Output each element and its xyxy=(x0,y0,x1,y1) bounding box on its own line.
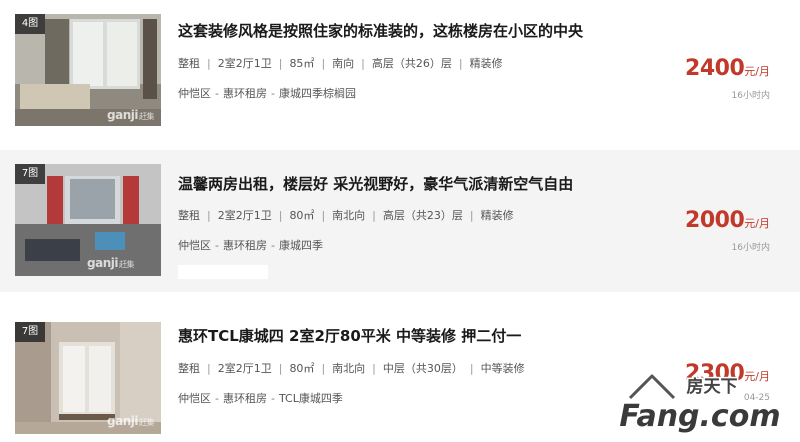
listing-location: 仲恺区 - 惠环租房 - 康城四季棕榈园 xyxy=(178,87,356,100)
area-link[interactable]: 惠环租房 xyxy=(223,392,267,405)
spec-separator: | xyxy=(321,361,326,375)
watermark-brand-cn: 赶集 xyxy=(138,112,155,121)
site-name-cn: 房天下 xyxy=(687,376,738,397)
fang-logo-watermark: 房天下 Fang.com xyxy=(617,372,782,436)
post-time: 16小时内 xyxy=(731,243,770,253)
floor: 高层（共23）层 xyxy=(382,209,463,222)
spec-separator: | xyxy=(207,56,211,70)
watermark-brand-cn: 赶集 xyxy=(138,418,155,427)
listing-specs: 整租 | 2室2厅1卫 | 80㎡ | 南北向 | 高层（共23）层 | 精装修 xyxy=(178,207,514,223)
listing-specs: 整租 | 2室2厅1卫 | 85㎡ | 南向 | 高层（共26）层 | 精装修 xyxy=(178,55,503,71)
price-unit: 元/月 xyxy=(744,217,770,230)
price-unit: 元/月 xyxy=(744,65,770,78)
spec-separator: | xyxy=(372,361,376,375)
listing-card[interactable]: 4图 ganji赶集 这套装修风格是按照住家的标准装的，这栋楼房在小区的中央 整… xyxy=(0,0,800,140)
spec-separator: | xyxy=(458,56,463,70)
spec-separator: | xyxy=(278,361,283,375)
district-link[interactable]: 仲恺区 xyxy=(178,239,211,252)
photo-count-badge: 7图 xyxy=(15,164,45,184)
watermark-brand: ganji xyxy=(107,108,138,122)
spec-separator: | xyxy=(469,361,474,375)
community-link[interactable]: TCL康城四季 xyxy=(279,392,343,405)
decoration: 中等装修 xyxy=(480,362,525,375)
district-link[interactable]: 仲恺区 xyxy=(178,87,211,100)
community-link[interactable]: 康城四季 xyxy=(279,239,323,252)
district-link[interactable]: 仲恺区 xyxy=(178,392,211,405)
orientation: 南北向 xyxy=(332,362,366,375)
photo-count-badge: 7图 xyxy=(15,322,45,342)
listing-photo[interactable]: 4图 ganji赶集 xyxy=(15,14,161,126)
orientation: 南向 xyxy=(332,57,355,70)
community-link[interactable]: 康城四季棕榈园 xyxy=(279,87,356,100)
listing-price: 2400元/月 xyxy=(685,56,770,81)
decoration: 精装修 xyxy=(469,57,503,70)
spec-separator: | xyxy=(278,208,283,222)
spec-separator: | xyxy=(278,56,283,70)
floor: 高层（共26）层 xyxy=(371,57,452,70)
placeholder-bar xyxy=(178,265,268,279)
watermark-brand-cn: 赶集 xyxy=(118,260,135,269)
spec-separator: | xyxy=(207,361,211,375)
area-link[interactable]: 惠环租房 xyxy=(223,87,267,100)
floor: 中层（共30层） xyxy=(382,362,463,375)
ganji-watermark: ganji赶集 xyxy=(107,108,154,122)
listing-photo[interactable]: 7图 ganji赶集 xyxy=(15,164,161,276)
orientation: 南北向 xyxy=(332,209,366,222)
listing-title[interactable]: 惠环TCL康城四 2室2厅80平米 中等装修 押二付一 xyxy=(178,325,521,346)
ganji-watermark: ganji赶集 xyxy=(107,414,154,428)
room-layout: 2室2厅1卫 xyxy=(217,362,272,375)
post-time: 16小时内 xyxy=(731,91,770,101)
listing-location: 仲恺区 - 惠环租房 - TCL康城四季 xyxy=(178,392,343,405)
photo-count-badge: 4图 xyxy=(15,14,45,34)
ganji-watermark: ganji赶集 xyxy=(87,256,134,270)
rent-type: 整租 xyxy=(178,209,200,222)
area: 80㎡ xyxy=(289,362,315,375)
watermark-brand: ganji xyxy=(107,414,138,428)
spec-separator: | xyxy=(207,208,211,222)
room-layout: 2室2厅1卫 xyxy=(217,57,272,70)
listing-specs: 整租 | 2室2厅1卫 | 80㎡ | 南北向 | 中层（共30层） | 中等装修 xyxy=(178,360,525,376)
listing-title[interactable]: 温馨两房出租，楼层好 采光视野好，豪华气派清新空气自由 xyxy=(178,173,573,194)
watermark-brand: ganji xyxy=(87,256,118,270)
listing-location: 仲恺区 - 惠环租房 - 康城四季 xyxy=(178,239,323,252)
listing-photo[interactable]: 7图 ganji赶集 xyxy=(15,322,161,434)
decoration: 精装修 xyxy=(480,209,514,222)
rent-type: 整租 xyxy=(178,57,200,70)
spec-separator: | xyxy=(321,208,326,222)
site-name-en: Fang.com xyxy=(619,399,780,434)
listing-card[interactable]: 7图 ganji赶集 温馨两房出租，楼层好 采光视野好，豪华气派清新空气自由 整… xyxy=(0,150,800,292)
area-link[interactable]: 惠环租房 xyxy=(223,239,267,252)
price-value: 2400 xyxy=(685,56,745,81)
spec-separator: | xyxy=(321,56,326,70)
rent-type: 整租 xyxy=(178,362,200,375)
price-value: 2000 xyxy=(685,208,745,233)
spec-separator: | xyxy=(469,208,474,222)
area: 85㎡ xyxy=(289,57,315,70)
room-layout: 2室2厅1卫 xyxy=(217,209,272,222)
spec-separator: | xyxy=(361,56,365,70)
listing-price: 2000元/月 xyxy=(685,208,770,233)
listing-title[interactable]: 这套装修风格是按照住家的标准装的，这栋楼房在小区的中央 xyxy=(178,20,583,41)
house-roof-icon xyxy=(627,372,677,401)
area: 80㎡ xyxy=(289,209,315,222)
spec-separator: | xyxy=(372,208,376,222)
